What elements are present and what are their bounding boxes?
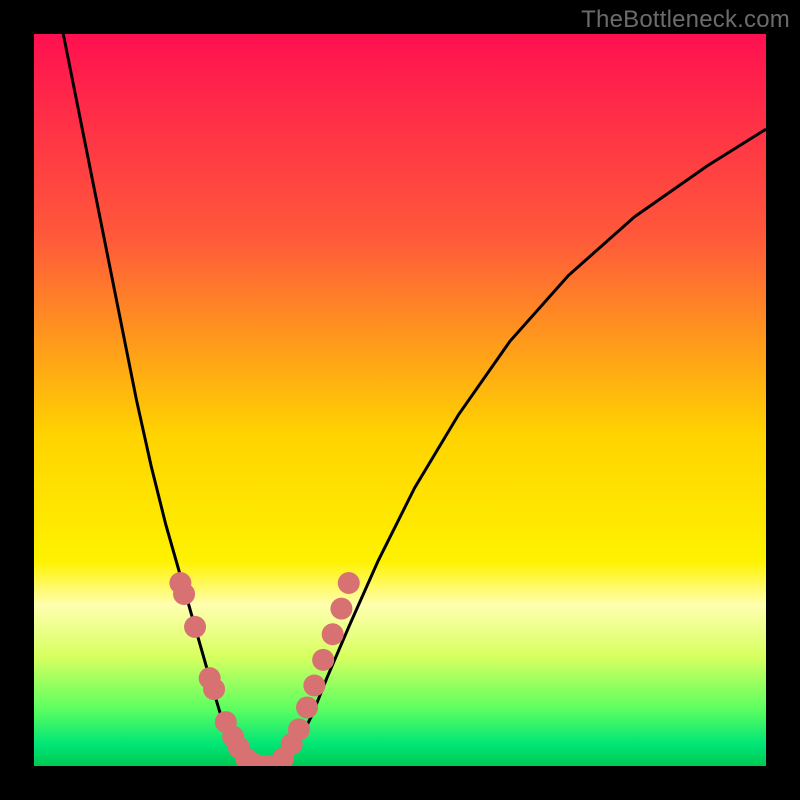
data-marker bbox=[288, 718, 310, 740]
data-marker bbox=[322, 623, 344, 645]
data-marker bbox=[330, 598, 352, 620]
watermark-text: TheBottleneck.com bbox=[581, 6, 790, 34]
bottleneck-chart bbox=[34, 34, 766, 766]
data-marker bbox=[312, 649, 334, 671]
data-marker bbox=[173, 583, 195, 605]
data-marker bbox=[184, 616, 206, 638]
chart-container: TheBottleneck.com bbox=[0, 0, 800, 800]
data-marker bbox=[203, 678, 225, 700]
plot-area bbox=[34, 34, 766, 766]
data-marker bbox=[303, 674, 325, 696]
data-marker bbox=[296, 696, 318, 718]
gradient-background bbox=[34, 34, 766, 766]
data-marker bbox=[338, 572, 360, 594]
